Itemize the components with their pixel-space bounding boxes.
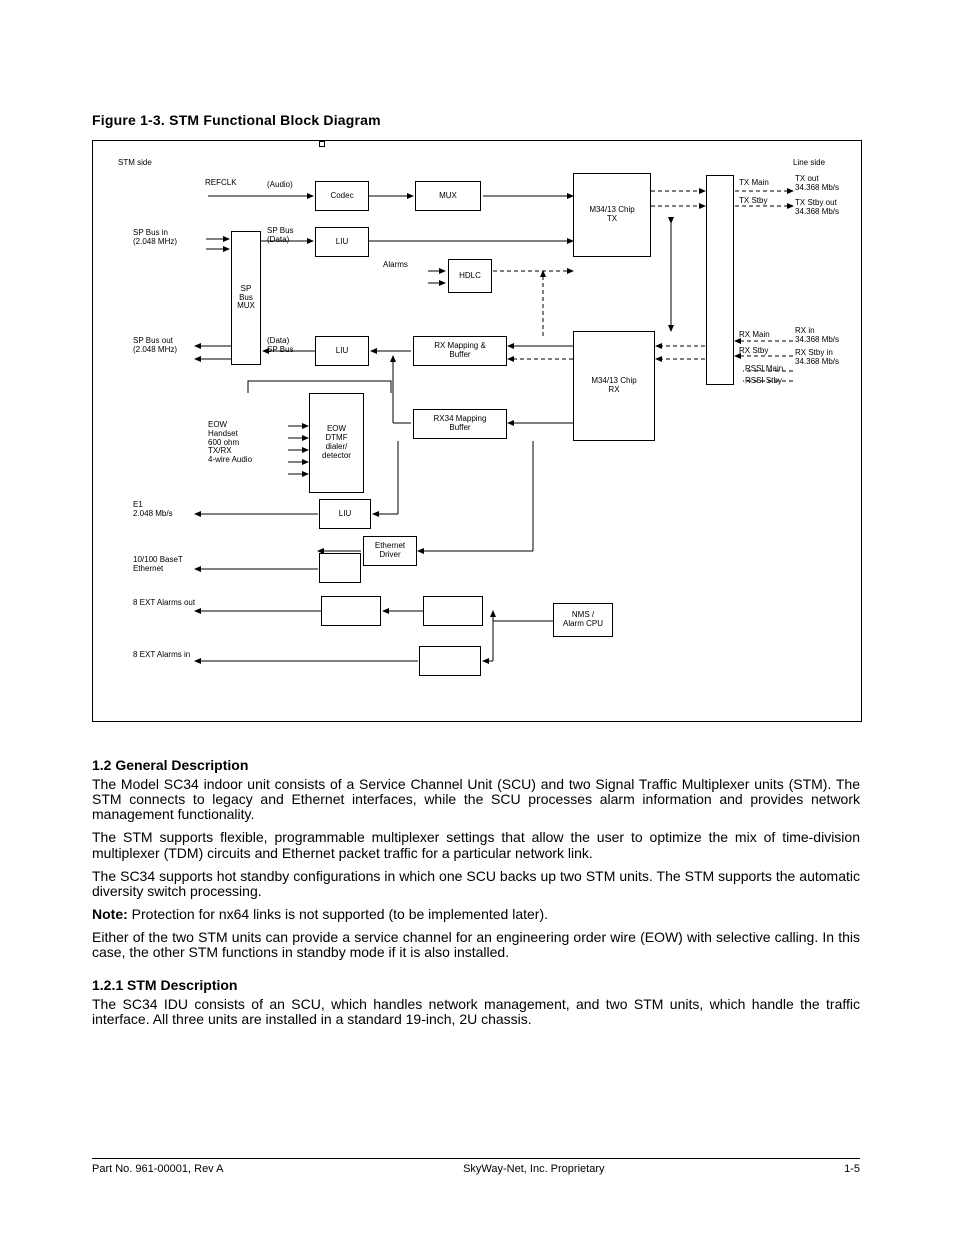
label-eth-out: 10/100 BaseT Ethernet [133, 556, 183, 574]
label-sp-in: SP Bus in (2.048 MHz) [133, 229, 177, 247]
footer-center: SkyWay-Net, Inc. Proprietary [463, 1163, 604, 1175]
block-eow: EOW DTMF dialer/ detector [309, 393, 364, 493]
label-rx-sp: (Data) SP Bus [267, 337, 294, 355]
block-eth-driver: Ethernet Driver [363, 536, 417, 566]
block-liu-rx: LIU [315, 336, 369, 366]
label-e1-out: E1 2.048 Mb/s [133, 501, 173, 519]
page-footer: Part No. 961-00001, Rev A SkyWay-Net, In… [92, 1158, 860, 1175]
footer-left: Part No. 961-00001, Rev A [92, 1163, 223, 1175]
label-line-side: Line side [793, 159, 825, 168]
label-alarms: Alarms [383, 261, 408, 270]
block-alarm-mid [423, 596, 483, 626]
label-sp-out: SP Bus out (2.048 MHz) [133, 337, 177, 355]
note: Note: Protection for nx64 links is not s… [92, 907, 860, 922]
block-nms: NMS / Alarm CPU [553, 603, 613, 637]
label-stm-side: STM side [118, 159, 152, 168]
heading-general: 1.2 General Description [92, 758, 860, 773]
figure-frame: Codec MUX M34/13 Chip TX SP Bus MUX LIU … [92, 140, 862, 722]
block-liu-tx: LIU [315, 227, 369, 257]
block-codec-tx: Codec [315, 181, 369, 211]
label-tx-sp: SP Bus (Data) [267, 227, 294, 245]
block-rx-map-buf: RX Mapping & Buffer [413, 336, 507, 366]
para-stm-1: The SC34 IDU consists of an SCU, which h… [92, 997, 860, 1027]
body-text: 1.2 General Description The Model SC34 i… [92, 740, 860, 1036]
figure-title: Figure 1-3. STM Functional Block Diagram [92, 112, 381, 128]
block-tx-rx-amps [706, 175, 734, 385]
para-general-2: The STM supports flexible, programmable … [92, 830, 860, 860]
label-ext-in: 8 EXT Alarms in [133, 651, 190, 660]
heading-stm: 1.2.1 STM Description [92, 978, 860, 993]
label-tx-out-main: TX out 34.368 Mb/s [795, 175, 839, 193]
label-rx-in-stby: RX Stby in 34.368 Mb/s [795, 349, 839, 367]
para-general-4: Either of the two STM units can provide … [92, 930, 860, 960]
label-rssi-main: RSSI Main [745, 365, 783, 374]
block-eth-driver-pre [319, 553, 361, 583]
block-alarm-in [419, 646, 481, 676]
label-sp-audio: (Audio) [267, 181, 293, 190]
block-rx34: RX34 Mapping Buffer [413, 409, 507, 439]
label-rx-main: RX Main [739, 331, 770, 340]
label-rx-in-main: RX in 34.368 Mb/s [795, 327, 839, 345]
label-tx-out-stby: TX Stby out 34.368 Mb/s [795, 199, 839, 217]
label-ext-out: 8 EXT Alarms out [133, 599, 195, 608]
label-refclk: REFCLK [205, 179, 237, 188]
block-mchip-rx: M34/13 Chip RX [573, 331, 655, 441]
block-spbus-mux: SP Bus MUX [231, 231, 261, 365]
block-alarm-out [321, 596, 381, 626]
block-mux: MUX [415, 181, 481, 211]
label-tx-main: TX Main [739, 179, 769, 188]
para-general-1: The Model SC34 indoor unit consists of a… [92, 777, 860, 822]
block-hdlc: HDLC [448, 259, 492, 293]
block-mchip-tx: M34/13 Chip TX [573, 173, 651, 257]
para-general-3: The SC34 supports hot standby configurat… [92, 869, 860, 899]
label-eow-handset: EOW Handset 600 ohm TX/RX 4-wire Audio [208, 421, 252, 465]
label-tx-stby: TX Stby [739, 197, 767, 206]
label-rx-stby: RX Stby [739, 347, 768, 356]
block-liu-e1: LIU [319, 499, 371, 529]
footer-right: 1-5 [844, 1163, 860, 1175]
label-rssi-stby: RSSI Stby [745, 377, 782, 386]
